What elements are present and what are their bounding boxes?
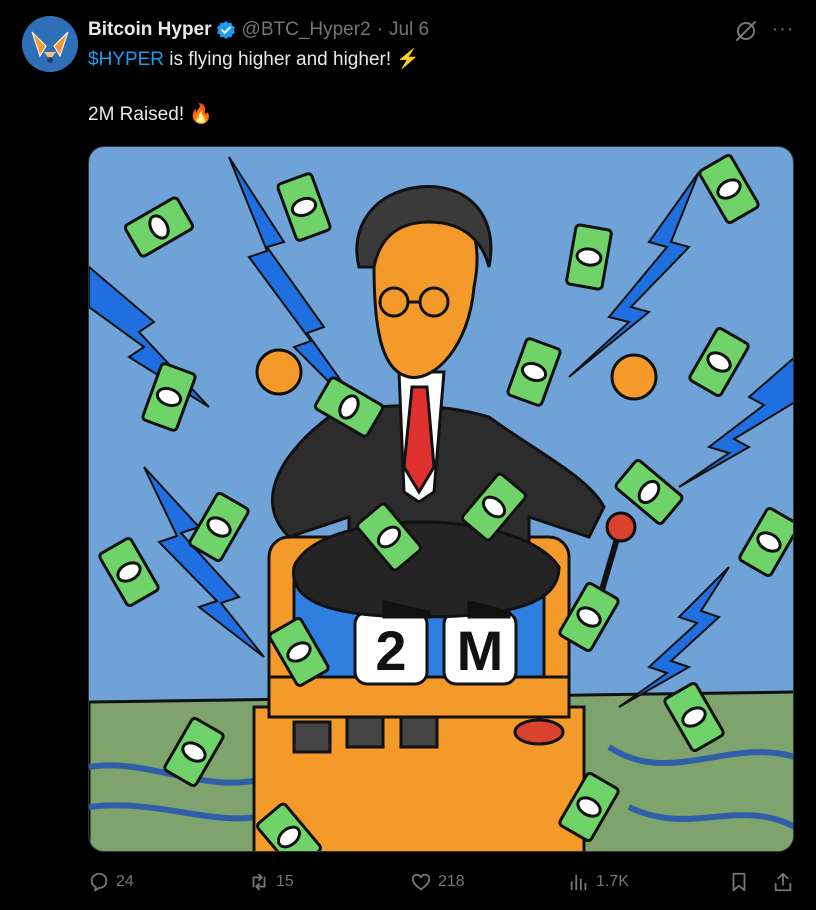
views-count: 1.7K: [596, 873, 629, 890]
grok-icon[interactable]: [733, 18, 759, 44]
cashtag-link[interactable]: $HYPER: [88, 49, 164, 70]
reply-icon: [90, 872, 108, 893]
author-name[interactable]: Bitcoin Hyper: [88, 19, 212, 41]
tweet-text-line2: 2M Raised! 🔥: [88, 104, 214, 125]
bookmark-button[interactable]: [728, 866, 756, 898]
views-icon: [570, 874, 587, 891]
tweet-header: Bitcoin Hyper @BTC_Hyper2 · Jul 6: [88, 18, 429, 42]
reply-button[interactable]: 24: [88, 866, 134, 898]
verified-badge-icon[interactable]: [216, 20, 236, 40]
repost-count: 15: [276, 873, 294, 890]
author-handle[interactable]: @BTC_Hyper2: [242, 19, 371, 41]
tweet-text: $HYPER is flying higher and higher! ⚡: [88, 46, 420, 73]
like-count: 218: [438, 873, 465, 890]
tweet-text-rest: is flying higher and higher! ⚡: [164, 49, 421, 70]
views-button[interactable]: 1.7K: [568, 866, 629, 898]
share-icon: [774, 872, 792, 892]
bitcoin-hyper-logo: [22, 16, 78, 72]
cartoon-illustration: 2 M: [89, 147, 793, 851]
avatar[interactable]: [22, 16, 78, 72]
like-button[interactable]: 218: [410, 866, 465, 898]
reply-count: 24: [116, 873, 134, 890]
bookmark-icon: [732, 872, 746, 892]
more-icon[interactable]: ···: [770, 18, 796, 44]
reel-text-1: 2: [375, 619, 406, 682]
reel-text-2: M: [457, 619, 504, 682]
repost-button[interactable]: 15: [248, 866, 294, 898]
separator: ·: [376, 19, 383, 40]
tweet-image[interactable]: 2 M: [88, 146, 794, 852]
tweet-date[interactable]: Jul 6: [389, 19, 429, 41]
like-icon: [411, 873, 431, 891]
action-bar: 24 15 218 1.7K: [88, 866, 796, 898]
repost-icon: [252, 873, 266, 891]
share-button[interactable]: [772, 866, 800, 898]
